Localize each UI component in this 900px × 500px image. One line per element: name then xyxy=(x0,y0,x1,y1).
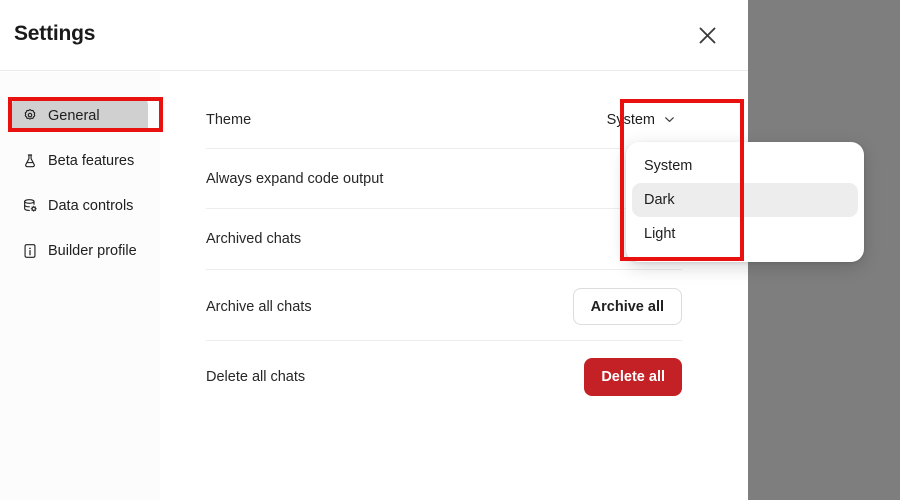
theme-option-light[interactable]: Light xyxy=(632,217,858,251)
sidebar-item-label: General xyxy=(48,107,100,124)
sidebar-item-label: Beta features xyxy=(48,152,135,169)
theme-select-trigger[interactable]: System xyxy=(599,108,682,132)
archive-all-button[interactable]: Archive all xyxy=(572,288,682,325)
row-divider xyxy=(206,269,682,270)
close-icon-glyph xyxy=(699,27,715,43)
modal-header: Settings xyxy=(0,0,748,71)
sidebar-item-beta-features[interactable]: Beta features xyxy=(12,144,148,177)
setting-label: Archived chats xyxy=(206,230,302,247)
setting-row-delete-all-chats: Delete all chats Delete all xyxy=(206,347,682,406)
id-card-icon xyxy=(21,242,38,259)
theme-option-dark[interactable]: Dark xyxy=(632,183,858,217)
close-icon[interactable] xyxy=(691,19,723,51)
flask-icon-glyph xyxy=(24,153,35,167)
sidebar-item-data-controls[interactable]: Data controls xyxy=(12,189,148,222)
sidebar-item-general[interactable]: General xyxy=(12,99,148,132)
sidebar: General Beta features Data controls Buil… xyxy=(0,72,160,500)
theme-dropdown-menu: System Dark Light xyxy=(626,142,864,262)
setting-label: Delete all chats xyxy=(206,368,306,385)
sidebar-item-label: Data controls xyxy=(48,197,134,214)
database-gear-icon xyxy=(21,197,38,214)
row-divider xyxy=(206,340,682,341)
setting-label: Archive all chats xyxy=(206,298,312,315)
gear-icon xyxy=(21,107,38,124)
sidebar-item-label: Builder profile xyxy=(48,242,137,259)
page-title: Settings xyxy=(14,22,96,45)
general-settings-panel: Theme System Always expand code output A… xyxy=(160,72,748,500)
setting-row-archived-chats: Archived chats xyxy=(206,209,682,268)
delete-all-button[interactable]: Delete all xyxy=(584,357,682,396)
flask-icon xyxy=(21,152,38,169)
database-gear-icon-glyph xyxy=(23,198,37,212)
theme-select-value: System xyxy=(606,111,655,128)
setting-label: Theme xyxy=(206,111,252,128)
sidebar-item-builder-profile[interactable]: Builder profile xyxy=(12,234,148,267)
id-card-icon-glyph xyxy=(23,243,36,258)
chevron-down-icon xyxy=(665,117,674,123)
setting-row-archive-all-chats: Archive all chats Archive all xyxy=(206,277,682,336)
gear-icon-glyph xyxy=(24,108,35,120)
setting-label: Always expand code output xyxy=(206,170,384,187)
setting-row-always-expand-code-output: Always expand code output xyxy=(206,149,682,208)
theme-option-system[interactable]: System xyxy=(632,149,858,183)
setting-row-theme: Theme System xyxy=(206,90,682,149)
